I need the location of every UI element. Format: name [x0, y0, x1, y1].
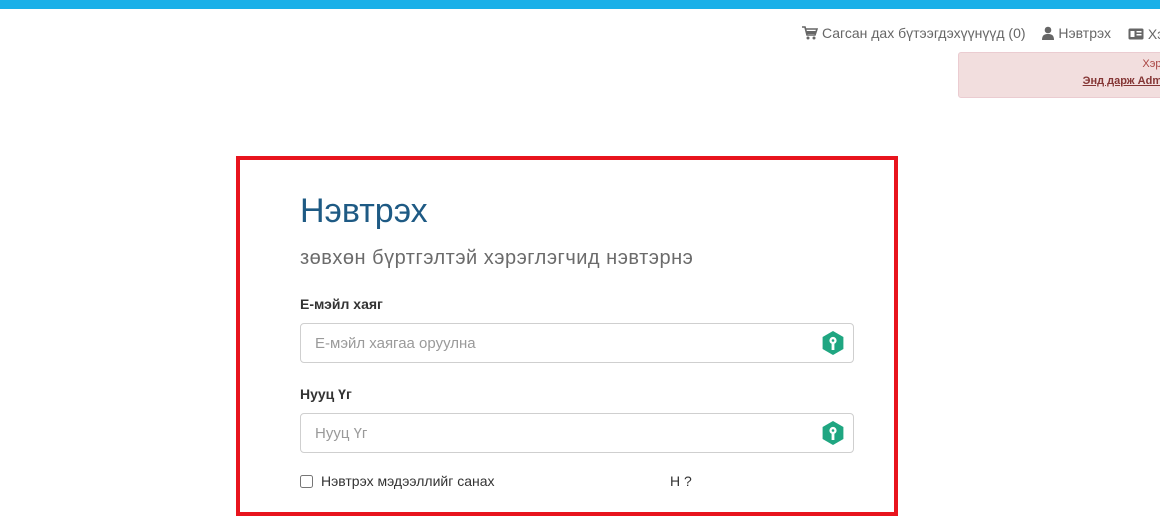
password-field[interactable] [300, 413, 854, 453]
forgot-password-link[interactable]: Н ? [670, 473, 692, 489]
user-icon [1042, 26, 1055, 40]
cart-link[interactable]: Сагсан дах бүтээгдэхүүнүүд (0) [802, 25, 1026, 41]
remember-me-label: Нэвтрэх мэдээллийг санах [321, 473, 495, 489]
password-field-wrapper [300, 413, 854, 453]
page-subtitle: зөвхөн бүртгэлтэй хэрэглэгчид нэвтэрнэ [300, 247, 694, 269]
password-manager-key-icon[interactable] [820, 330, 846, 356]
email-field-wrapper [300, 323, 854, 363]
email-label: Е-мэйл хаяг [300, 296, 383, 312]
page-title: Нэвтрэх [300, 192, 428, 230]
register-link[interactable]: Хэ [1128, 26, 1160, 42]
header-links: Сагсан дах бүтээгдэхүүнүүд (0) Нэвтрэх Х… [802, 25, 1160, 43]
id-card-icon [1128, 28, 1144, 40]
login-link[interactable]: Нэвтрэх [1042, 25, 1111, 41]
remember-me-checkbox[interactable] [300, 474, 313, 488]
admin-login-link[interactable]: Энд дарж Admin хэ [959, 75, 1160, 87]
admin-alert: Хэрэв та Энд дарж Admin хэ [958, 52, 1160, 98]
password-label: Нууц Үг [300, 386, 352, 402]
login-link-label: Нэвтрэх [1058, 25, 1111, 41]
login-panel: Нэвтрэх зөвхөн бүртгэлтэй хэрэглэгчид нэ… [236, 156, 898, 516]
alert-text: Хэрэв та [1142, 58, 1160, 70]
password-manager-key-icon[interactable] [820, 420, 846, 446]
top-accent-bar [0, 0, 1160, 9]
remember-me-row: Нэвтрэх мэдээллийг санах Н ? [300, 473, 856, 489]
cart-icon [802, 26, 818, 40]
login-form: Нэвтрэх зөвхөн бүртгэлтэй хэрэглэгчид нэ… [300, 188, 856, 489]
cart-label: Сагсан дах бүтээгдэхүүнүүд (0) [822, 25, 1026, 41]
email-field[interactable] [300, 323, 854, 363]
register-link-label: Хэ [1147, 26, 1160, 42]
